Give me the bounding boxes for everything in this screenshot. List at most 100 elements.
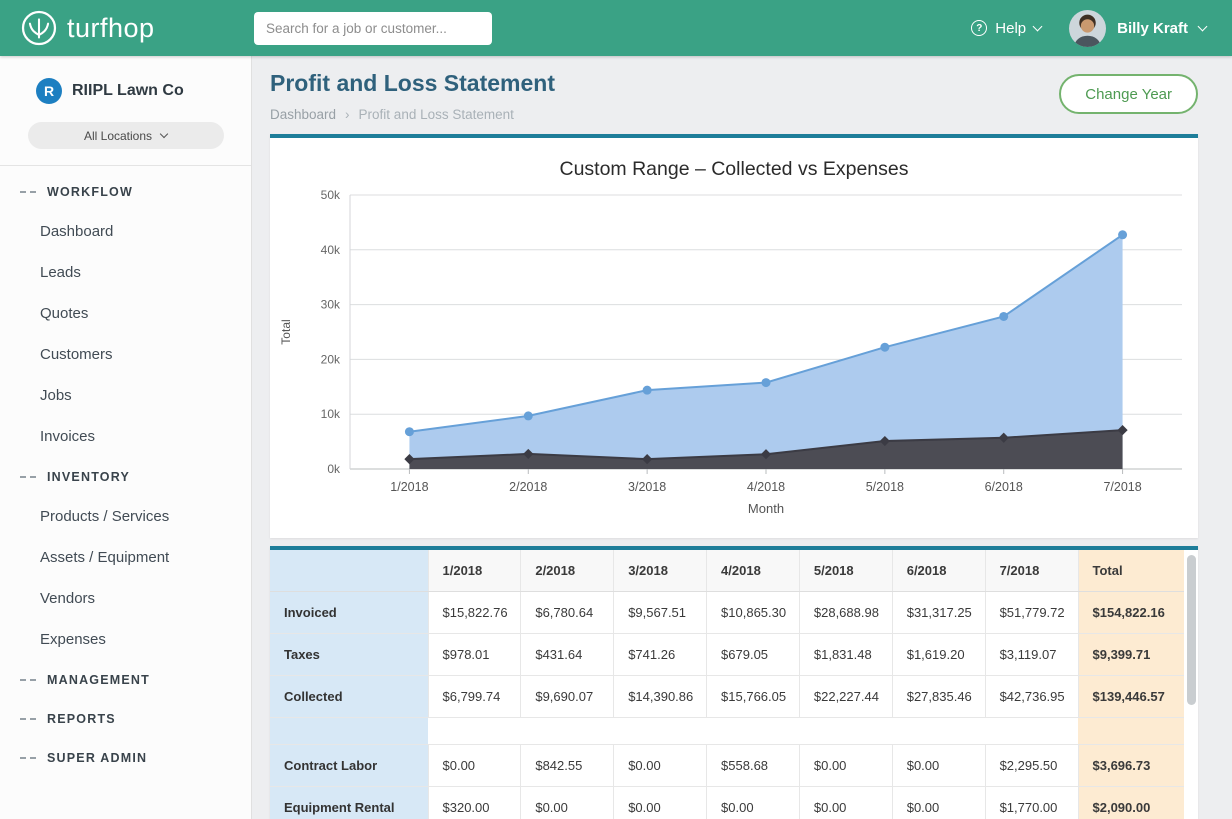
chevron-down-icon	[1033, 21, 1043, 31]
change-year-button[interactable]: Change Year	[1059, 74, 1198, 114]
column-header-1-2018: 1/2018	[428, 550, 521, 592]
help-menu[interactable]: ? Help	[971, 20, 1041, 37]
column-header-3-2018: 3/2018	[614, 550, 707, 592]
data-point[interactable]	[524, 411, 533, 420]
sidebar-item-jobs[interactable]: Jobs	[0, 375, 251, 416]
y-axis-label: Total	[279, 319, 293, 344]
sidebar-section-management[interactable]: MANAGEMENT	[0, 660, 251, 699]
table-cell: $1,619.20	[892, 634, 985, 676]
table-cell: $679.05	[707, 634, 800, 676]
breadcrumb-separator: ›	[345, 107, 350, 122]
data-point[interactable]	[999, 312, 1008, 321]
table-cell: $27,835.46	[892, 676, 985, 718]
table-cell: $0.00	[799, 787, 892, 819]
data-point[interactable]	[643, 386, 652, 395]
row-total: $9,399.71	[1078, 634, 1184, 676]
section-label: REPORTS	[47, 712, 116, 726]
breadcrumb: Dashboard›Profit and Loss Statement	[270, 107, 555, 122]
table-cell: $0.00	[614, 745, 707, 787]
table-cell: $6,799.74	[428, 676, 521, 718]
column-header-5-2018: 5/2018	[799, 550, 892, 592]
section-label: WORKFLOW	[47, 185, 133, 199]
y-tick-label: 40k	[321, 243, 341, 257]
table-cell: $0.00	[892, 787, 985, 819]
sidebar-item-vendors[interactable]: Vendors	[0, 578, 251, 619]
locations-dropdown[interactable]: All Locations	[28, 122, 224, 149]
table-cell: $15,766.05	[707, 676, 800, 718]
table-cell: $0.00	[614, 787, 707, 819]
table-row: Contract Labor$0.00$842.55$0.00$558.68$0…	[270, 745, 1184, 787]
row-label-equipment-rental: Equipment Rental	[270, 787, 428, 819]
table-cell: $558.68	[707, 745, 800, 787]
table-scrollbar-thumb[interactable]	[1187, 555, 1196, 705]
y-tick-label: 20k	[321, 352, 341, 366]
company-name: RIIPL Lawn Co	[72, 82, 184, 100]
sidebar-item-quotes[interactable]: Quotes	[0, 293, 251, 334]
table-cell: $6,780.64	[521, 592, 614, 634]
table-cell: $842.55	[521, 745, 614, 787]
data-point[interactable]	[405, 427, 414, 436]
sidebar-item-customers[interactable]: Customers	[0, 334, 251, 375]
y-tick-label: 30k	[321, 298, 341, 312]
sidebar-item-expenses[interactable]: Expenses	[0, 619, 251, 660]
sidebar-nav: WORKFLOW DashboardLeadsQuotesCustomersJob…	[0, 166, 251, 777]
table-cell: $320.00	[428, 787, 521, 819]
table-cell: $0.00	[428, 745, 521, 787]
table-body: Invoiced$15,822.76$6,780.64$9,567.51$10,…	[270, 592, 1184, 819]
data-point[interactable]	[762, 378, 771, 387]
table-cell: $51,779.72	[985, 592, 1078, 634]
table-cell: $14,390.86	[614, 676, 707, 718]
section-label: INVENTORY	[47, 470, 130, 484]
series-area	[409, 235, 1122, 469]
sidebar-section-inventory[interactable]: INVENTORY	[0, 457, 251, 496]
sidebar-item-assets-equipment[interactable]: Assets / Equipment	[0, 537, 251, 578]
table-cell: $0.00	[799, 745, 892, 787]
row-label-taxes: Taxes	[270, 634, 428, 676]
avatar[interactable]	[1069, 10, 1106, 47]
table-cell: $431.64	[521, 634, 614, 676]
table-cell: $9,690.07	[521, 676, 614, 718]
x-tick-label: 4/2018	[747, 480, 785, 494]
table-row: Invoiced$15,822.76$6,780.64$9,567.51$10,…	[270, 592, 1184, 634]
help-label: Help	[995, 20, 1026, 37]
user-menu[interactable]: Billy Kraft	[1069, 10, 1206, 47]
column-header-2-2018: 2/2018	[521, 550, 614, 592]
top-header: turfhop ? Help Billy Kraft	[0, 0, 1232, 56]
user-name: Billy Kraft	[1117, 20, 1188, 37]
table-cell: $15,822.76	[428, 592, 521, 634]
column-header-7-2018: 7/2018	[985, 550, 1078, 592]
data-point[interactable]	[880, 343, 889, 352]
y-tick-label: 10k	[321, 407, 341, 421]
breadcrumb-item-dashboard[interactable]: Dashboard	[270, 107, 336, 122]
table-row: Equipment Rental$320.00$0.00$0.00$0.00$0…	[270, 787, 1184, 819]
column-header-6-2018: 6/2018	[892, 550, 985, 592]
sidebar-section-reports[interactable]: REPORTS	[0, 699, 251, 738]
sidebar-section-workflow[interactable]: WORKFLOW	[0, 172, 251, 211]
sidebar-item-leads[interactable]: Leads	[0, 252, 251, 293]
chart-panel: Custom Range – Collected vs Expenses 0k1…	[270, 134, 1198, 538]
sidebar-item-dashboard[interactable]: Dashboard	[0, 211, 251, 252]
table-cell: $10,865.30	[707, 592, 800, 634]
company-selector[interactable]: R RIIPL Lawn Co	[0, 70, 251, 110]
x-tick-label: 3/2018	[628, 480, 666, 494]
row-total: $2,090.00	[1078, 787, 1184, 819]
sidebar-section-super-admin[interactable]: SUPER ADMIN	[0, 738, 251, 777]
sidebar-item-invoices[interactable]: Invoices	[0, 416, 251, 457]
data-point[interactable]	[1118, 230, 1127, 239]
table-row: Taxes$978.01$431.64$741.26$679.05$1,831.…	[270, 634, 1184, 676]
turfhop-sprout-icon	[20, 9, 58, 47]
spacer-cell	[428, 718, 1078, 745]
table-cell: $0.00	[521, 787, 614, 819]
search-input[interactable]	[254, 12, 492, 45]
table-header-row: 1/20182/20183/20184/20185/20186/20187/20…	[270, 550, 1184, 592]
section-label: MANAGEMENT	[47, 673, 150, 687]
sidebar-item-products-services[interactable]: Products / Services	[0, 496, 251, 537]
x-tick-label: 7/2018	[1103, 480, 1141, 494]
column-header-total: Total	[1078, 550, 1184, 592]
row-total: $139,446.57	[1078, 676, 1184, 718]
table-cell: $9,567.51	[614, 592, 707, 634]
section-dash-icon	[20, 679, 36, 681]
row-label	[270, 718, 428, 745]
app-logo[interactable]: turfhop	[20, 9, 242, 47]
table-scrollbar[interactable]	[1187, 553, 1196, 816]
